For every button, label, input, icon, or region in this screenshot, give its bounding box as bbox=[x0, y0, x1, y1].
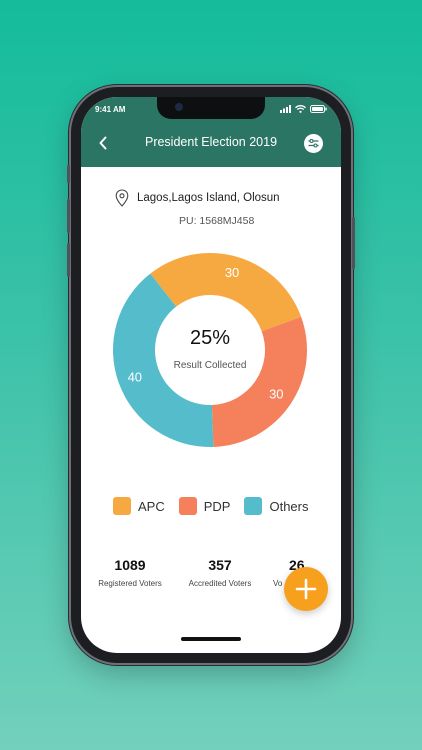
location-row: Lagos,Lagos Island, Olosun bbox=[115, 189, 280, 207]
notch bbox=[157, 97, 265, 119]
location-pin-icon bbox=[115, 189, 129, 207]
back-button[interactable] bbox=[93, 133, 113, 153]
stat-label: Registered Voters bbox=[98, 579, 162, 588]
stat-registered-voters: 1089 Registered Voters bbox=[85, 557, 175, 588]
stat-accredited-voters: 357 Accredited Voters bbox=[175, 557, 265, 588]
app-screen: 9:41 AM President Election 2019 Lagos,La… bbox=[81, 97, 341, 653]
legend-label-pdp: PDP bbox=[203, 498, 231, 514]
signal-icon bbox=[280, 105, 291, 113]
add-result-button[interactable] bbox=[284, 567, 328, 611]
stat-value: 1089 bbox=[114, 557, 146, 573]
filter-button[interactable] bbox=[304, 134, 323, 153]
sliders-icon bbox=[308, 139, 319, 148]
camera-icon bbox=[175, 103, 183, 111]
battery-icon bbox=[310, 105, 327, 113]
chart-legend: APC PDP Others bbox=[113, 497, 308, 515]
legend-swatch-apc bbox=[113, 497, 131, 515]
home-indicator bbox=[181, 637, 241, 641]
app-header: 9:41 AM President Election 2019 bbox=[81, 97, 341, 167]
polling-unit-code: PU: 1568MJ458 bbox=[179, 215, 255, 227]
legend-swatch-others bbox=[244, 497, 263, 515]
phone-frame: 9:41 AM President Election 2019 Lagos,La… bbox=[67, 87, 355, 663]
stat-label: Accredited Voters bbox=[188, 579, 252, 588]
donut-chart: 30 30 40 25% Result Collected bbox=[112, 252, 308, 448]
wifi-icon bbox=[295, 105, 306, 113]
status-time: 9:41 AM bbox=[95, 105, 126, 114]
legend-label-others: Others bbox=[269, 498, 309, 514]
power-button bbox=[352, 217, 355, 269]
donut-label-others: 40 bbox=[128, 369, 142, 384]
legend-label-apc: APC bbox=[138, 498, 165, 514]
legend-item-apc: APC bbox=[113, 497, 165, 515]
legend-item-pdp: PDP bbox=[178, 497, 231, 515]
mute-switch bbox=[67, 165, 70, 183]
chevron-left-icon bbox=[99, 136, 107, 150]
page-title: President Election 2019 bbox=[144, 135, 278, 149]
result-percent: 25% bbox=[189, 327, 231, 349]
donut-svg: 30 30 40 bbox=[113, 253, 307, 447]
legend-item-others: Others bbox=[244, 497, 308, 515]
volume-down-button bbox=[67, 243, 70, 277]
donut-label-apc: 30 bbox=[225, 265, 239, 280]
result-label: Result Collected bbox=[173, 360, 247, 371]
status-icons bbox=[280, 105, 327, 113]
stat-value: 357 bbox=[208, 557, 232, 573]
location-name: Lagos,Lagos Island, Olosun bbox=[137, 192, 280, 204]
volume-up-button bbox=[67, 199, 70, 233]
plus-icon bbox=[295, 578, 317, 600]
donut-label-pdp: 30 bbox=[269, 387, 283, 402]
legend-swatch-pdp bbox=[178, 497, 197, 515]
